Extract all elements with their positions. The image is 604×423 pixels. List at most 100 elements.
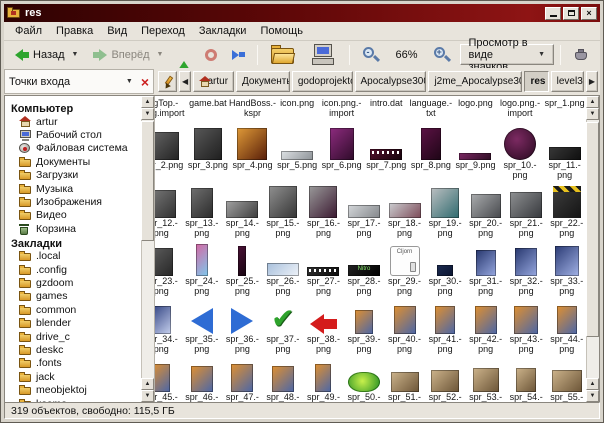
sidebar-item-drive_c[interactable]: drive_c bbox=[5, 330, 141, 343]
file-item-spr_17.png[interactable]: spr_17.-png bbox=[344, 182, 385, 240]
file-item-spr_9.png[interactable]: spr_9.png bbox=[453, 124, 498, 182]
file-item-spr_7.png[interactable]: spr_7.png bbox=[364, 124, 409, 182]
file-item-logo.png.import[interactable]: logo.png.-import bbox=[498, 98, 543, 124]
sidebar-item-gzdoom[interactable]: gzdoom bbox=[5, 276, 141, 289]
file-item-spr_2.png[interactable]: spr_2.png bbox=[155, 124, 186, 182]
sidebar-item-Рабочий стол[interactable]: Рабочий стол bbox=[5, 128, 141, 141]
forward-button[interactable]: Вперёд ▼ bbox=[87, 45, 169, 65]
sidebar-close-icon[interactable]: × bbox=[141, 76, 149, 88]
file-item-spr_25.png[interactable]: spr_25.-png bbox=[222, 240, 263, 298]
zoom-in-button[interactable]: + bbox=[427, 42, 457, 68]
file-item-logo.png[interactable]: logo.png bbox=[453, 98, 498, 124]
file-item-spr_50.png[interactable]: spr_50.-png bbox=[344, 356, 385, 402]
file-item-spr_45.png[interactable]: spr_45.-png bbox=[155, 356, 182, 402]
file-item-spr_20.png[interactable]: spr_20.-png bbox=[465, 182, 506, 240]
path-button-artur[interactable]: artur bbox=[193, 71, 234, 92]
file-item-spr_22.png[interactable]: spr_22.-png bbox=[546, 182, 587, 240]
file-item-spr_38.png[interactable]: spr_38.-png bbox=[303, 298, 344, 356]
file-item-spr_24.png[interactable]: spr_24.-png bbox=[182, 240, 223, 298]
sidebar-item-common[interactable]: common bbox=[5, 303, 141, 316]
scroll-down-icon[interactable]: ▼ bbox=[141, 108, 154, 120]
sidebar-item-kosmo[interactable]: kosmo bbox=[5, 397, 141, 402]
sidebar-item-Файловая система[interactable]: Файловая система bbox=[5, 142, 141, 155]
scroll-down-icon[interactable]: ▼ bbox=[586, 390, 599, 402]
file-item-spr_32.png[interactable]: spr_32.-png bbox=[506, 240, 547, 298]
file-item-spr_35.png[interactable]: spr_35.-png bbox=[182, 298, 223, 356]
file-item-spr_44.png[interactable]: spr_44.-png bbox=[546, 298, 587, 356]
menu-item-2[interactable]: Вид bbox=[100, 23, 134, 39]
tools-button[interactable] bbox=[567, 44, 595, 66]
sidebar-item-.config[interactable]: .config bbox=[5, 263, 141, 276]
file-item-spr_18.png[interactable]: spr_18.-png bbox=[384, 182, 425, 240]
sidebar-scrollbar[interactable]: ▲ ▼ ▲ ▼ bbox=[141, 96, 154, 402]
computer-button[interactable] bbox=[305, 40, 343, 70]
file-item-spr_34.png[interactable]: spr_34.-png bbox=[155, 298, 182, 356]
sidebar-item-Загрузки[interactable]: Загрузки bbox=[5, 169, 141, 182]
view-mode-dropdown[interactable]: Просмотр в виде значков ▼ bbox=[460, 44, 554, 65]
edit-path-button[interactable] bbox=[158, 71, 177, 92]
sidebar-item-Музыка[interactable]: Музыка bbox=[5, 182, 141, 195]
scroll-up-icon[interactable]: ▲ bbox=[586, 378, 599, 390]
sidebar-item-blender[interactable]: blender bbox=[5, 316, 141, 329]
file-item-spr_12.png[interactable]: spr_12.-png bbox=[155, 182, 182, 240]
close-button[interactable]: × bbox=[581, 7, 597, 20]
path-button-Apocalypse3000[interactable]: Apocalypse3000 bbox=[355, 71, 427, 92]
file-item-spr_37.png[interactable]: ✔spr_37.-png bbox=[263, 298, 304, 356]
sidebar-item-.fonts[interactable]: .fonts bbox=[5, 357, 141, 370]
file-item-spr_28.png[interactable]: Nitrospr_28.-png bbox=[344, 240, 385, 298]
sidebar-scroll-thumb[interactable] bbox=[141, 121, 154, 241]
file-item-spr_8.png[interactable]: spr_8.png bbox=[409, 124, 454, 182]
go-jump-button[interactable] bbox=[226, 46, 251, 64]
file-item-spr_19.png[interactable]: spr_19.-png bbox=[425, 182, 466, 240]
path-button-j2me_Apocalypse3000[interactable]: j2me_Apocalypse3000 bbox=[428, 71, 522, 92]
menu-item-1[interactable]: Правка bbox=[49, 23, 100, 39]
file-item-spr_16.png[interactable]: spr_16.-png bbox=[303, 182, 344, 240]
file-item-spr_27.png[interactable]: spr_27.-png bbox=[303, 240, 344, 298]
sidebar-item-artur[interactable]: artur bbox=[5, 115, 141, 128]
file-item-spr_3.png[interactable]: spr_3.png bbox=[186, 124, 231, 182]
minimize-button[interactable] bbox=[545, 7, 561, 20]
forward-history-caret-icon[interactable]: ▼ bbox=[157, 51, 164, 58]
sidebar-item-games[interactable]: games bbox=[5, 290, 141, 303]
file-item-spr_46.png[interactable]: spr_46.-png bbox=[182, 356, 223, 402]
path-button-res[interactable]: res bbox=[524, 71, 548, 92]
file-item-spr_49.png[interactable]: spr_49.-png bbox=[303, 356, 344, 402]
file-item-spr_5.png[interactable]: spr_5.png bbox=[275, 124, 320, 182]
scroll-up-icon[interactable]: ▲ bbox=[586, 96, 599, 108]
back-button[interactable]: Назад ▼ bbox=[9, 45, 84, 65]
sidebar-item-Документы[interactable]: Документы bbox=[5, 155, 141, 168]
file-item-spr_30.png[interactable]: spr_30.-png bbox=[425, 240, 466, 298]
sidebar-item-Видео[interactable]: Видео bbox=[5, 209, 141, 222]
file-item-spr_13.png[interactable]: spr_13.-png bbox=[182, 182, 223, 240]
file-item-spr_10.png[interactable]: spr_10.-png bbox=[498, 124, 543, 182]
reload-button[interactable] bbox=[199, 45, 223, 65]
file-item-bgTop.png.import[interactable]: bgTop.-png.import bbox=[155, 98, 186, 124]
file-item-spr_47.png[interactable]: spr_47.-png bbox=[222, 356, 263, 402]
sidebar-item-Корзина[interactable]: Корзина bbox=[5, 222, 141, 235]
sidebar-item-.local[interactable]: .local bbox=[5, 250, 141, 263]
file-item-spr_21.png[interactable]: spr_21.-png bbox=[506, 182, 547, 240]
file-item-spr_43.png[interactable]: spr_43.-png bbox=[506, 298, 547, 356]
file-item-spr_53.png[interactable]: spr_53.-png bbox=[465, 356, 506, 402]
sidebar-mode-selector[interactable]: Точки входа ▼ × bbox=[4, 69, 154, 94]
file-item-language.txt[interactable]: language.-txt bbox=[409, 98, 454, 124]
path-button-level3[interactable]: level3 bbox=[551, 71, 584, 92]
sidebar-item-Изображения[interactable]: Изображения bbox=[5, 195, 141, 208]
file-item-spr_31.png[interactable]: spr_31.-png bbox=[465, 240, 506, 298]
menu-item-0[interactable]: Файл bbox=[8, 23, 49, 39]
file-item-spr_4.png[interactable]: spr_4.png bbox=[230, 124, 275, 182]
zoom-out-button[interactable]: - bbox=[356, 42, 386, 68]
scroll-down-icon[interactable]: ▼ bbox=[141, 390, 154, 402]
file-item-spr_42.png[interactable]: spr_42.-png bbox=[465, 298, 506, 356]
file-item-spr_29.png[interactable]: Cljornspr_29.-png bbox=[384, 240, 425, 298]
file-item-spr_1.png[interactable]: spr_1.png bbox=[542, 98, 587, 124]
file-item-spr_23.png[interactable]: spr_23.-png bbox=[155, 240, 182, 298]
path-button-godoprojektoj[interactable]: godoprojektoj bbox=[292, 71, 353, 92]
open-folder-button[interactable] bbox=[264, 40, 302, 70]
file-item-spr_48.png[interactable]: spr_48.-png bbox=[263, 356, 304, 402]
scroll-up-icon[interactable]: ▲ bbox=[141, 96, 154, 108]
up-button[interactable] bbox=[172, 45, 196, 65]
file-item-spr_15.png[interactable]: spr_15.-png bbox=[263, 182, 304, 240]
scroll-down-icon[interactable]: ▼ bbox=[586, 108, 599, 120]
file-item-spr_26.png[interactable]: spr_26.-png bbox=[263, 240, 304, 298]
